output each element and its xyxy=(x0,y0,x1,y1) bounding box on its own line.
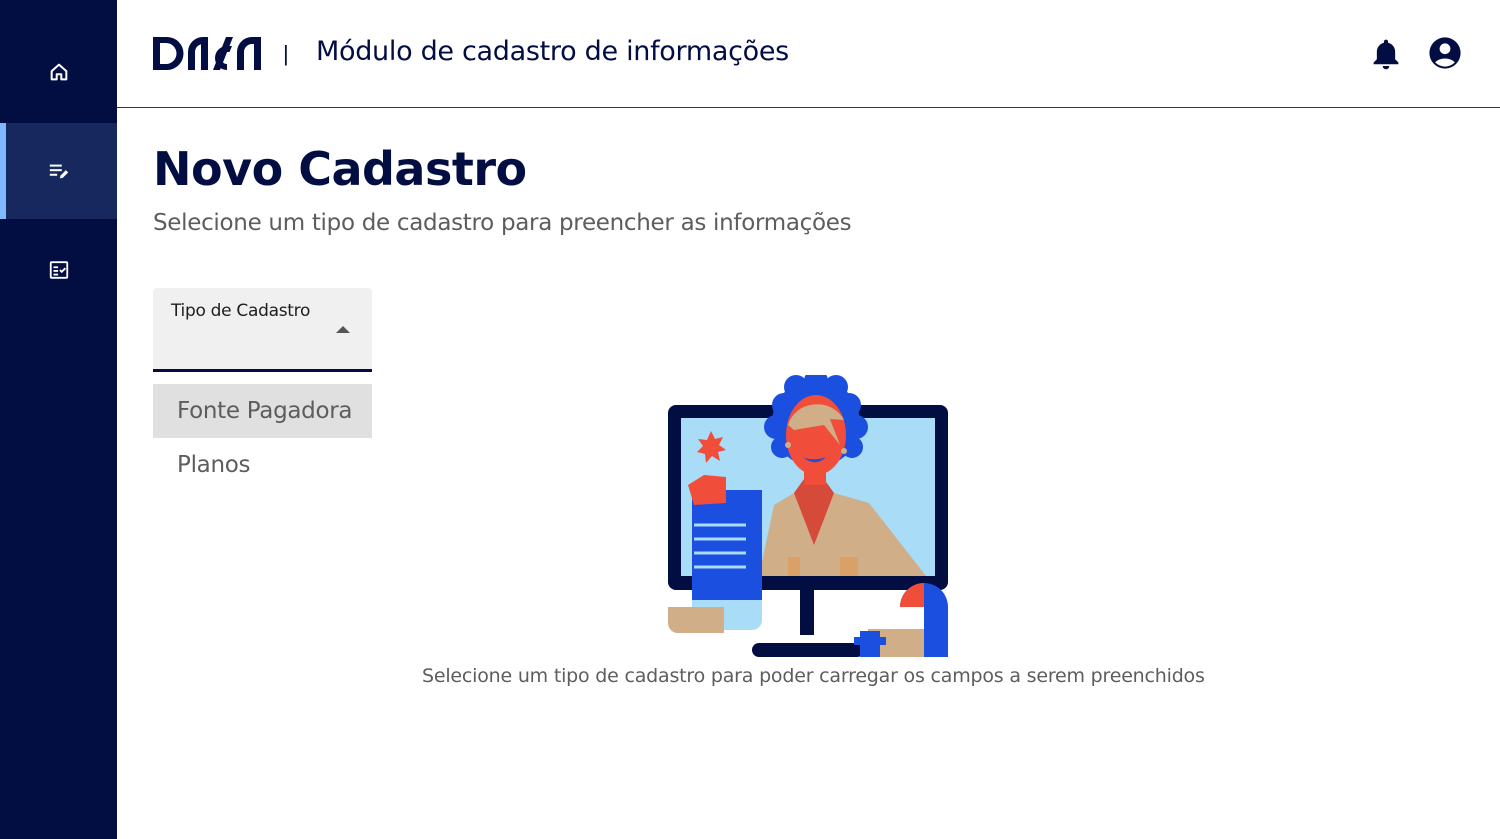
home-icon xyxy=(50,63,67,81)
registration-type-select[interactable]: Tipo de Cadastro xyxy=(153,288,372,372)
bell-icon[interactable] xyxy=(1370,37,1402,71)
sidebar-item-registrations[interactable] xyxy=(0,222,117,318)
top-header: dasa | Módulo de cadastro de informações xyxy=(117,0,1500,108)
edit-list-icon xyxy=(49,164,68,179)
sidebar xyxy=(0,0,117,839)
option-planos[interactable]: Planos xyxy=(153,438,372,492)
app-title: Módulo de cadastro de informações xyxy=(316,36,789,67)
select-label: Tipo de Cadastro xyxy=(171,301,311,321)
option-fonte-pagadora[interactable]: Fonte Pagadora xyxy=(153,384,372,438)
page-subtitle: Selecione um tipo de cadastro para preen… xyxy=(153,210,852,236)
caret-up-icon xyxy=(336,326,350,333)
user-account-icon[interactable] xyxy=(1428,36,1462,70)
registration-type-options: Fonte Pagadora Planos xyxy=(153,384,372,492)
dasa-logo: dasa xyxy=(153,37,261,70)
sidebar-item-new-registration[interactable] xyxy=(0,123,117,219)
empty-state-message: Selecione um tipo de cadastro para poder… xyxy=(422,665,1205,687)
empty-state-illustration xyxy=(668,375,948,657)
header-separator: | xyxy=(283,41,289,66)
sidebar-item-home[interactable] xyxy=(0,24,117,120)
page-title: Novo Cadastro xyxy=(153,142,527,196)
checklist-icon xyxy=(49,261,68,279)
